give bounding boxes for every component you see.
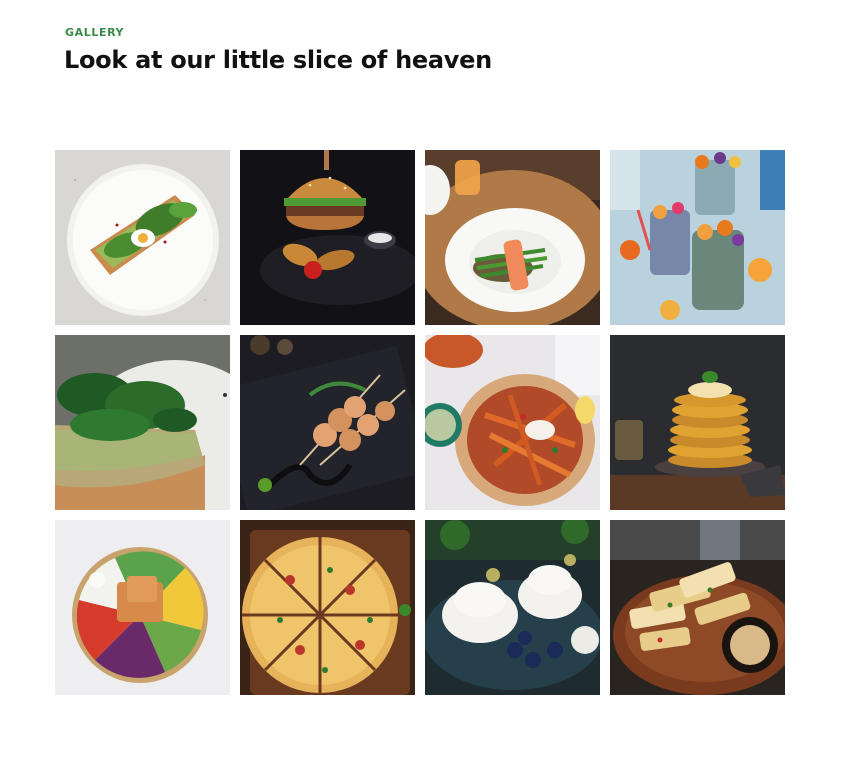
gallery-image-5[interactable] [55, 335, 230, 510]
section-title: Look at our little slice of heaven [64, 46, 492, 74]
gallery-image-11[interactable] [425, 520, 600, 695]
section-eyebrow: GALLERY [65, 26, 125, 39]
gallery-grid [55, 150, 785, 695]
gallery-image-12[interactable] [610, 520, 785, 695]
gallery-image-10[interactable] [240, 520, 415, 695]
gallery-image-9[interactable] [55, 520, 230, 695]
gallery-image-6[interactable] [240, 335, 415, 510]
gallery-image-8[interactable] [610, 335, 785, 510]
gallery-image-4[interactable] [610, 150, 785, 325]
gallery-image-7[interactable] [425, 335, 600, 510]
gallery-image-2[interactable] [240, 150, 415, 325]
gallery-image-3[interactable] [425, 150, 600, 325]
gallery-image-1[interactable] [55, 150, 230, 325]
